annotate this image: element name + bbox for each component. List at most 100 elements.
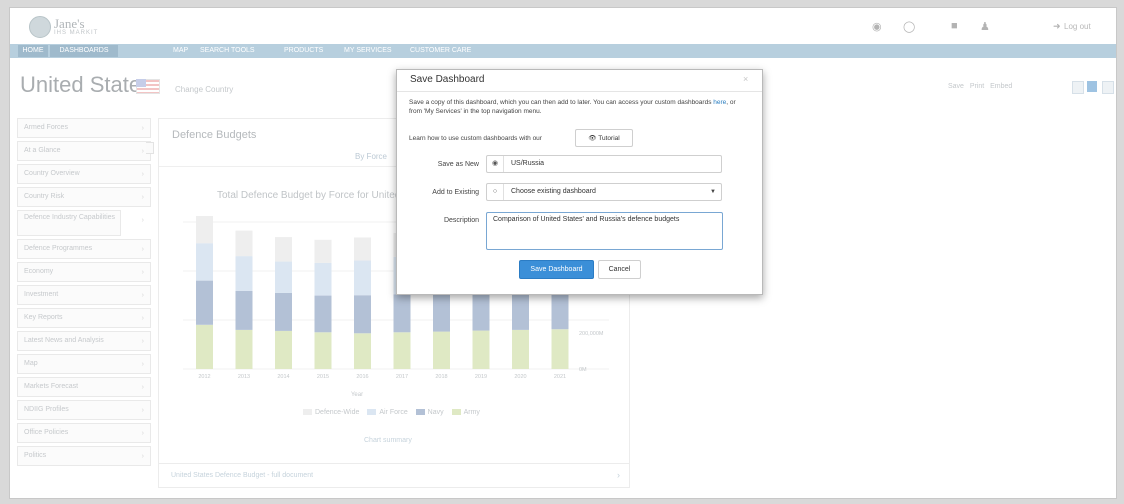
sidebar-item[interactable]: Defence Industry Capabilities › <box>17 210 144 236</box>
chevron-right-icon: › <box>141 292 144 299</box>
x-tick-label: 2013 <box>238 374 250 380</box>
nav-map[interactable]: MAP <box>173 45 188 57</box>
sidebar-item[interactable]: Investment › <box>17 285 151 305</box>
bar-segment-defence-wide[interactable] <box>314 239 332 263</box>
save-dashboard-dialog: Save Dashboard × Save a copy of this das… <box>396 69 763 295</box>
panel-title: Defence Budgets <box>172 129 257 141</box>
column-view-icon[interactable] <box>1087 81 1097 92</box>
bar-segment-army[interactable] <box>551 329 569 369</box>
nav-products[interactable]: PRODUCTS <box>284 45 323 57</box>
nav-my-services[interactable]: MY SERVICES <box>344 45 392 57</box>
bar-segment-navy[interactable] <box>235 290 253 330</box>
sidebar-item-label: Markets Forecast <box>24 383 79 390</box>
sidebar-item[interactable]: Latest News and Analysis › <box>17 331 151 351</box>
help-icon[interactable]: ◉ <box>872 20 882 33</box>
nav-customer-care[interactable]: CUSTOMER CARE <box>410 45 471 57</box>
sidebar-item[interactable]: Politics › <box>17 446 151 466</box>
bar-segment-navy[interactable] <box>275 292 292 331</box>
full-document-link[interactable]: United States Defence Budget - full docu… <box>171 472 313 479</box>
sidebar-item[interactable]: Armed Forces › <box>17 118 151 138</box>
logout-icon[interactable]: ➜ <box>1053 21 1061 32</box>
add-existing-field: ○ Choose existing dashboard ▼ <box>486 183 722 201</box>
legend-label[interactable]: Army <box>464 409 480 416</box>
bar-segment-navy[interactable] <box>314 295 332 333</box>
save-tool[interactable]: Save <box>948 83 964 90</box>
sidebar-item[interactable]: Defence Programmes › <box>17 239 151 259</box>
sidebar-item-label: Key Reports <box>24 314 63 321</box>
sidebar-item[interactable]: Key Reports › <box>17 308 151 328</box>
bar-segment-navy[interactable] <box>433 293 450 332</box>
bar-segment-air-force[interactable] <box>235 256 253 291</box>
save-dashboard-button[interactable]: Save Dashboard <box>519 260 594 279</box>
sidebar-item[interactable]: Country Risk › <box>17 187 151 207</box>
close-icon[interactable]: × <box>743 74 748 84</box>
sidebar-collapse-handle[interactable] <box>146 142 154 154</box>
x-axis-label: Year <box>351 392 363 398</box>
sidebar-item[interactable]: Country Overview › <box>17 164 151 184</box>
bar-segment-army[interactable] <box>314 332 332 369</box>
x-tick-label: 2021 <box>554 374 566 380</box>
nav-search-tools[interactable]: SEARCH TOOLS <box>200 45 255 57</box>
sidebar-item[interactable]: Map › <box>17 354 151 374</box>
save-as-new-input[interactable]: US/Russia <box>511 160 544 167</box>
tutorial-button[interactable]: 👁 Tutorial <box>575 129 633 147</box>
bar-segment-army[interactable] <box>433 331 450 369</box>
dashboards-link[interactable]: here <box>713 99 726 106</box>
nav-home[interactable]: HOME <box>18 45 48 57</box>
change-country-dropdown[interactable]: Change Country <box>175 85 233 94</box>
bar-segment-air-force[interactable] <box>314 262 332 296</box>
x-tick-label: 2014 <box>277 374 289 380</box>
bar-segment-army[interactable] <box>196 324 213 369</box>
add-existing-label: Add to Existing <box>432 189 479 196</box>
bar-segment-army[interactable] <box>472 330 490 369</box>
chevron-right-icon[interactable]: › <box>617 470 620 480</box>
description-label: Description <box>443 217 479 224</box>
sidebar-item[interactable]: Office Policies › <box>17 423 151 443</box>
sidebar-item[interactable]: NDIIG Profiles › <box>17 400 151 420</box>
bar-segment-defence-wide[interactable] <box>354 237 371 261</box>
bar-segment-air-force[interactable] <box>275 261 292 293</box>
bar-segment-army[interactable] <box>235 329 253 369</box>
legend-label[interactable]: Air Force <box>379 409 407 416</box>
messages-icon[interactable]: ■ <box>951 20 958 32</box>
nav-dashboards[interactable]: DASHBOARDS <box>50 45 118 57</box>
bar-segment-army[interactable] <box>512 329 529 369</box>
bar-segment-defence-wide[interactable] <box>275 237 292 262</box>
description-textarea[interactable]: Comparison of United States' and Russia'… <box>486 212 723 250</box>
bar-segment-navy[interactable] <box>393 294 411 333</box>
legend-label[interactable]: Navy <box>428 409 444 416</box>
bar-segment-navy[interactable] <box>354 295 371 334</box>
save-as-new-radio[interactable]: ◉ <box>487 156 504 172</box>
sidebar: Armed Forces › At a Glance › Country Overv… <box>17 118 151 469</box>
legend-label[interactable]: Defence-Wide <box>315 409 359 416</box>
list-view-icon[interactable] <box>1102 81 1114 94</box>
bar-segment-navy[interactable] <box>196 280 213 325</box>
sidebar-item-label: Office Policies <box>24 429 69 436</box>
bar-segment-navy[interactable] <box>512 289 529 330</box>
logout-link[interactable]: Log out <box>1064 22 1091 31</box>
settings-icon[interactable]: ◯ <box>903 20 915 33</box>
panel-footer: United States Defence Budget - full docu… <box>159 463 629 488</box>
chart-summary-link[interactable]: Chart summary <box>364 437 412 444</box>
bar-segment-air-force[interactable] <box>196 243 213 281</box>
grid-view-icon[interactable] <box>1072 81 1084 94</box>
bar-segment-defence-wide[interactable] <box>196 216 213 244</box>
bar-segment-air-force[interactable] <box>354 260 371 296</box>
bar-segment-army[interactable] <box>275 330 292 369</box>
add-existing-radio[interactable]: ○ <box>487 184 504 200</box>
bar-segment-army[interactable] <box>354 333 371 369</box>
print-tool[interactable]: Print <box>970 83 984 90</box>
logo-icon[interactable] <box>29 16 51 38</box>
sidebar-item[interactable]: Markets Forecast › <box>17 377 151 397</box>
user-icon[interactable]: ♟ <box>980 20 990 33</box>
bar-segment-navy[interactable] <box>472 291 490 331</box>
bar-segment-defence-wide[interactable] <box>235 230 253 257</box>
embed-tool[interactable]: Embed <box>990 83 1012 90</box>
bar-segment-army[interactable] <box>393 332 411 369</box>
sidebar-item[interactable]: Economy › <box>17 262 151 282</box>
sidebar-item[interactable]: At a Glance › <box>17 141 151 161</box>
chevron-right-icon: › <box>141 384 144 391</box>
cancel-button[interactable]: Cancel <box>598 260 641 279</box>
existing-dashboard-select[interactable]: Choose existing dashboard <box>511 188 596 195</box>
tab-by-force[interactable]: By Force <box>355 152 387 161</box>
